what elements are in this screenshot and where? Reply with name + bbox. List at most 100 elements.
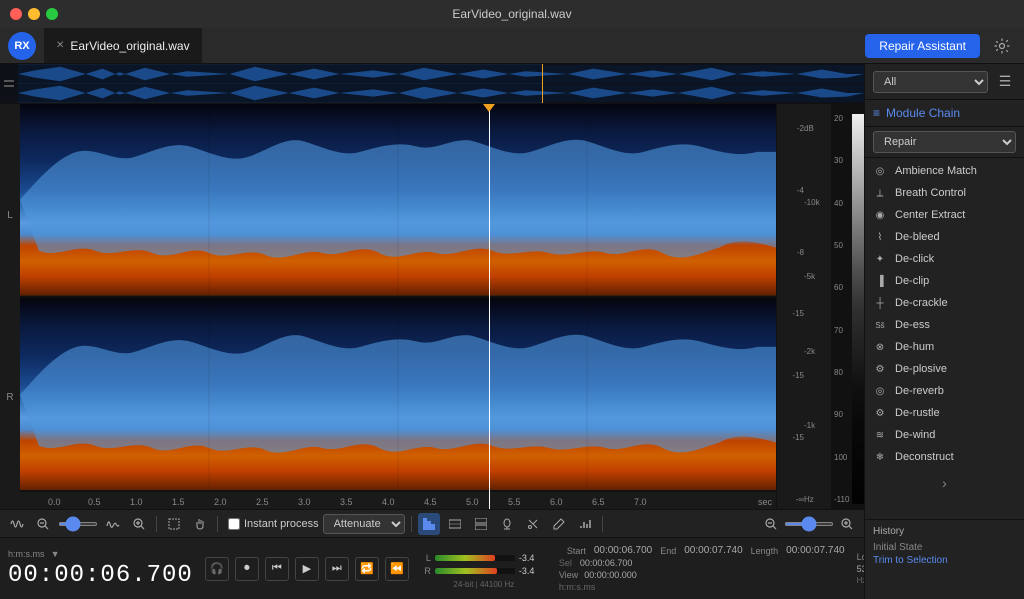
sel-label2: Sel xyxy=(559,558,572,568)
module-chain-label: Module Chain xyxy=(886,106,960,120)
zoom-h-slider[interactable] xyxy=(784,522,834,526)
history-item-initial[interactable]: Initial State xyxy=(873,541,1016,554)
freq-2k: -2k xyxy=(804,347,831,356)
scale-50: 50 xyxy=(834,241,849,250)
start-label: Start xyxy=(567,546,586,556)
spectrogram-area[interactable]: L R xyxy=(0,104,864,509)
scale-80: 80 xyxy=(834,368,849,377)
zoom-slider[interactable] xyxy=(58,522,98,526)
module-de-rustle[interactable]: ⚙ De-rustle xyxy=(865,402,1024,424)
time-format-arrow[interactable]: ▼ xyxy=(51,549,60,559)
module-de-clip[interactable]: ▐ De-clip xyxy=(865,270,1024,292)
repair-dropdown[interactable]: Repair xyxy=(873,131,1016,153)
zoom-out-h-btn[interactable] xyxy=(760,513,782,535)
level-gradient-bar xyxy=(852,114,864,504)
meter-row-l: L -3.4 xyxy=(421,553,547,563)
tick-65: 6.5 xyxy=(592,497,605,507)
db-15: -15 xyxy=(777,309,804,318)
spectrogram-channel-l[interactable] xyxy=(20,104,776,297)
stop-btn[interactable]: ⏭ xyxy=(325,557,349,581)
filter-dropdown[interactable]: All xyxy=(873,71,988,93)
time-display: 00:00:06.700 xyxy=(8,562,193,589)
extra-btn[interactable]: ⏪ xyxy=(385,557,409,581)
traffic-lights[interactable] xyxy=(10,8,58,20)
freq-scale: dB -10k -5k -2k -1k Hz xyxy=(804,104,832,509)
spectrogram-main[interactable]: 0.0 0.5 1.0 1.5 2.0 2.5 3.0 3.5 4.0 4.5 … xyxy=(20,104,776,509)
instant-process-input[interactable] xyxy=(228,518,240,530)
module-chain-header[interactable]: ≡ Module Chain xyxy=(865,100,1024,127)
record-btn[interactable]: ⏺ xyxy=(235,557,259,581)
headphone-btn[interactable]: 🎧 xyxy=(205,557,229,581)
tab-label: EarVideo_original.wav xyxy=(70,39,189,53)
zoom-out-btn[interactable] xyxy=(32,513,54,535)
module-ambience-match[interactable]: ◎ Ambience Match xyxy=(865,160,1024,182)
maximize-button[interactable] xyxy=(46,8,58,20)
zoom-fit-btn[interactable] xyxy=(128,513,150,535)
play-btn[interactable]: ▶ xyxy=(295,557,319,581)
freq-values: 534.62 21762 21227 xyxy=(857,564,864,574)
more-modules-button[interactable]: › xyxy=(934,472,956,494)
history-item-trim[interactable]: Trim to Selection xyxy=(873,554,1016,567)
prev-btn[interactable]: ⏮ xyxy=(265,557,289,581)
freq-info: Low High Range Cursor 534.62 21762 21227… xyxy=(857,552,864,585)
module-breath-control[interactable]: ⟂ Breath Control xyxy=(865,182,1024,204)
attenuate-dropdown[interactable]: Attenuate xyxy=(323,514,405,534)
file-tab[interactable]: ✕ EarVideo_original.wav xyxy=(44,28,202,63)
logo-text: RX xyxy=(14,40,29,52)
de-bleed-icon: ⌇ xyxy=(873,230,887,244)
view-waveform-btn[interactable] xyxy=(444,513,466,535)
de-clip-icon: ▐ xyxy=(873,274,887,288)
module-de-bleed[interactable]: ⌇ De-bleed xyxy=(865,226,1024,248)
tick-35: 3.5 xyxy=(340,497,353,507)
view-start: 00:00:00.000 xyxy=(584,570,637,580)
pencil-btn[interactable] xyxy=(548,513,570,535)
zoom-wavy-btn[interactable] xyxy=(102,513,124,535)
meter-l-label: L xyxy=(421,553,431,563)
zoom-controls xyxy=(760,513,858,535)
module-deconstruct[interactable]: ❄ Deconstruct xyxy=(865,446,1024,468)
eq-btn[interactable] xyxy=(574,513,596,535)
module-de-ess[interactable]: Sš De-ess xyxy=(865,314,1024,336)
module-de-crackle[interactable]: ┼ De-crackle xyxy=(865,292,1024,314)
spectrogram-svg-l xyxy=(20,104,776,296)
time-format-label: h:m:s.ms xyxy=(8,549,45,559)
speech-btn[interactable] xyxy=(496,513,518,535)
tab-close-icon[interactable]: ✕ xyxy=(56,40,64,51)
separator-3 xyxy=(411,516,412,532)
scale-30: 30 xyxy=(834,156,849,165)
repair-assistant-button[interactable]: Repair Assistant xyxy=(865,34,980,58)
view-spectrogram-btn[interactable] xyxy=(418,513,440,535)
module-breath-control-label: Breath Control xyxy=(895,187,966,199)
waveform-overview[interactable] xyxy=(0,64,864,104)
scissors-btn[interactable] xyxy=(522,513,544,535)
overview-collapse[interactable] xyxy=(0,80,18,87)
spectrogram-channel-r[interactable] xyxy=(20,299,776,492)
module-de-plosive-label: De-plosive xyxy=(895,363,947,375)
settings-icon[interactable] xyxy=(988,32,1016,60)
select-tool-btn[interactable] xyxy=(163,513,185,535)
length-value: 00:00:07.740 xyxy=(786,545,844,556)
panel-menu-button[interactable]: ☰ xyxy=(994,71,1016,93)
separator-4 xyxy=(602,516,603,532)
view-combined-btn[interactable] xyxy=(470,513,492,535)
module-de-hum[interactable]: ⊗ De-hum xyxy=(865,336,1024,358)
view-label: View xyxy=(559,570,578,580)
meter-r-label: R xyxy=(421,566,431,576)
module-de-wind[interactable]: ≋ De-wind xyxy=(865,424,1024,446)
instant-process-checkbox[interactable]: Instant process xyxy=(228,518,319,530)
close-button[interactable] xyxy=(10,8,22,20)
hand-tool-btn[interactable] xyxy=(189,513,211,535)
module-de-plosive[interactable]: ⚙ De-plosive xyxy=(865,358,1024,380)
waveform-view-btn[interactable] xyxy=(6,513,28,535)
breath-control-icon: ⟂ xyxy=(873,186,887,200)
loop-btn[interactable]: 🔁 xyxy=(355,557,379,581)
overview-waveform[interactable] xyxy=(18,64,864,103)
module-center-extract[interactable]: ◉ Center Extract xyxy=(865,204,1024,226)
sample-rate: 44100 Hz xyxy=(480,580,514,589)
zoom-in-h-btn[interactable] xyxy=(836,513,858,535)
module-de-click[interactable]: ✦ De-click xyxy=(865,248,1024,270)
module-de-reverb[interactable]: ◎ De-reverb xyxy=(865,380,1024,402)
minimize-button[interactable] xyxy=(28,8,40,20)
db-15b: -15 xyxy=(777,371,804,380)
de-rustle-icon: ⚙ xyxy=(873,406,887,420)
